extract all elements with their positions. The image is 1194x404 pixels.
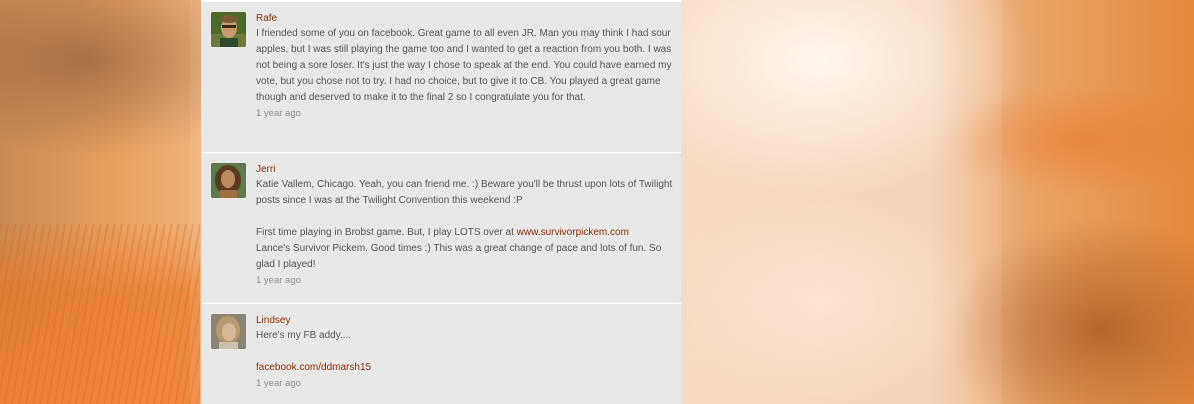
survivorpickem-link[interactable]: www.survivorpickem.com — [517, 227, 629, 238]
avatar-rafe[interactable] — [211, 12, 246, 47]
comment-item: Jerri Katie Vallem, Chicago. Yeah, you c… — [201, 153, 681, 304]
author-link[interactable]: Lindsey — [256, 314, 674, 328]
comment-paragraph: First time playing in Brobst game. But, … — [256, 225, 674, 273]
comment-paragraph: I friended some of you on facebook. Grea… — [256, 28, 672, 103]
avatar-image — [211, 163, 246, 198]
avatar-image — [211, 12, 246, 47]
avatar-image — [211, 314, 246, 349]
comment-text: I friended some of you on facebook. Grea… — [256, 26, 674, 106]
comment-item: Rafe I friended some of you on facebook.… — [201, 2, 681, 153]
avatar-lindsey[interactable] — [211, 314, 246, 349]
comment-timestamp: 1 year ago — [256, 275, 301, 286]
comment-text-segment: Lance's Survivor Pickem. Good times :) T… — [256, 243, 662, 270]
comment-timestamp: 1 year ago — [256, 108, 301, 119]
facebook-link[interactable]: facebook.com/ddmarsh15 — [256, 362, 371, 373]
comment-paragraph: Katie Vallem, Chicago. Yeah, you can fri… — [256, 179, 673, 206]
comment-list: Rafe I friended some of you on facebook.… — [201, 0, 681, 404]
comment-body: Lindsey Here's my FB addy.... facebook.c… — [256, 314, 674, 391]
comment-text-segment: First time playing in Brobst game. But, … — [256, 227, 517, 238]
author-link[interactable]: Rafe — [256, 12, 674, 26]
comment-body: Jerri Katie Vallem, Chicago. Yeah, you c… — [256, 163, 674, 288]
comment-text: Here's my FB addy.... facebook.com/ddmar… — [256, 328, 674, 376]
comment-timestamp: 1 year ago — [256, 378, 301, 389]
comment-item: Lindsey Here's my FB addy.... facebook.c… — [201, 304, 681, 404]
avatar-jerri[interactable] — [211, 163, 246, 198]
comment-paragraph: Here's my FB addy.... — [256, 330, 352, 341]
comment-text: Katie Vallem, Chicago. Yeah, you can fri… — [256, 177, 674, 273]
author-link[interactable]: Jerri — [256, 163, 674, 177]
comment-paragraph: facebook.com/ddmarsh15 — [256, 360, 674, 376]
background-grass — [0, 224, 200, 404]
comment-body: Rafe I friended some of you on facebook.… — [256, 12, 674, 121]
